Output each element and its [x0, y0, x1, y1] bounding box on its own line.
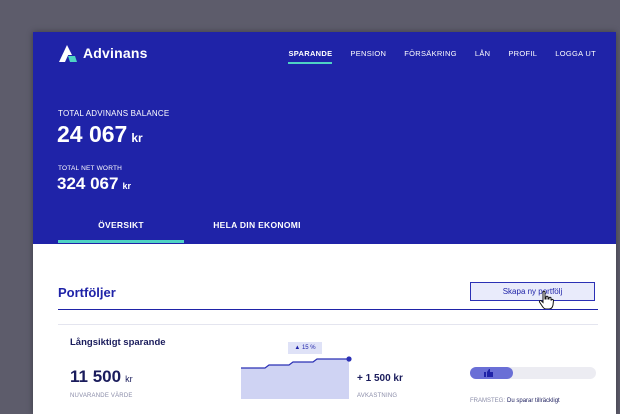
portfolios-heading: Portföljer — [58, 285, 116, 300]
main-nav: SPARANDE PENSION FÖRSÄKRING LÅN PROFIL L… — [270, 49, 596, 64]
balance-unit: kr — [131, 131, 143, 145]
balance-amount: 24 067 kr — [57, 121, 143, 148]
app-window: Advinans SPARANDE PENSION FÖRSÄKRING LÅN… — [33, 32, 616, 414]
return-value: + 1 500 kr — [357, 373, 403, 384]
nav-item-pension[interactable]: PENSION — [350, 49, 386, 64]
create-portfolio-button[interactable]: Skapa ny portfölj — [470, 282, 595, 301]
nav-item-forsakring[interactable]: FÖRSÄKRING — [404, 49, 457, 64]
hand-pointer-icon — [538, 290, 554, 310]
networth-amount: 324 067 kr — [57, 174, 131, 194]
progress-label: FRAMSTEG: — [470, 398, 506, 404]
portfolio-value: 11 500 kr — [70, 367, 133, 387]
return-label: AVKASTNING — [357, 393, 398, 399]
section-divider — [58, 309, 598, 310]
advinans-logo-icon — [59, 45, 77, 62]
networth-label: TOTAL NET WORTH — [58, 165, 123, 172]
progress-status: FRAMSTEG: Du sparar tillräckligt — [470, 398, 560, 404]
portfolio-value-unit: kr — [125, 374, 133, 384]
nav-item-lan[interactable]: LÅN — [475, 49, 491, 64]
hero-header: Advinans SPARANDE PENSION FÖRSÄKRING LÅN… — [33, 32, 616, 244]
balance-value: 24 067 — [57, 121, 128, 147]
thumbs-up-icon — [484, 369, 493, 377]
brand-logo[interactable]: Advinans — [58, 43, 148, 63]
portfolio-card[interactable]: Långsiktigt sparande 11 500 kr NUVARANDE … — [58, 324, 598, 414]
portfolio-value-number: 11 500 — [70, 367, 122, 386]
nav-item-profil[interactable]: PROFIL — [508, 49, 537, 64]
portfolio-value-label: NUVARANDE VÄRDE — [70, 393, 133, 399]
growth-chart-area — [241, 359, 349, 399]
growth-badge: ▲ 15 % — [288, 342, 322, 354]
tab-hela-din-ekonomi[interactable]: HELA DIN EKONOMI — [197, 220, 317, 230]
networth-value: 324 067 — [57, 174, 119, 193]
tab-oversikt[interactable]: ÖVERSIKT — [58, 220, 184, 243]
portfolio-title: Långsiktigt sparande — [70, 337, 166, 348]
nav-item-logga-ut[interactable]: LOGGA UT — [555, 49, 596, 64]
progress-message: Du sparar tillräckligt — [507, 398, 560, 404]
nav-item-sparande[interactable]: SPARANDE — [288, 49, 333, 64]
progress-bar — [470, 367, 596, 379]
networth-unit: kr — [122, 181, 131, 191]
growth-chart-endpoint — [346, 356, 352, 362]
brand-name: Advinans — [83, 45, 148, 61]
balance-label: TOTAL ADVINANS BALANCE — [58, 109, 170, 118]
